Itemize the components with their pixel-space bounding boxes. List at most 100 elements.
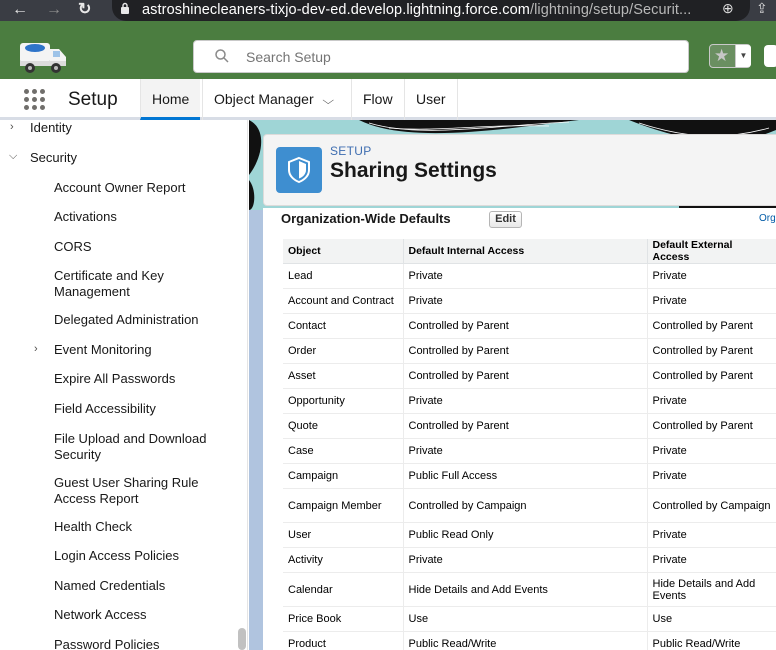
internal-access-cell: Hide Details and Add Events [403, 572, 648, 607]
internal-access-cell: Private [403, 547, 648, 573]
sidebar-item-field-accessibility[interactable]: Field Accessibility [54, 401, 156, 417]
table-row: Product Public Read/Write Public Read/Writ… [283, 631, 776, 650]
table-row: Asset Controlled by Parent Controlled by P… [283, 363, 776, 389]
tab-object-manager[interactable]: Object Manager ⌵ [202, 79, 343, 120]
back-arrow-icon[interactable]: ← [12, 0, 28, 21]
sidebar-item-account-owner-report[interactable]: Account Owner Report [54, 180, 186, 196]
external-access-cell: Private [647, 388, 776, 414]
external-access-cell: Private [647, 263, 776, 289]
tab-flow[interactable]: Flow [351, 79, 404, 120]
sharing-settings-content: Organization-Wide Defaults Edit Org Obje… [263, 208, 776, 650]
favorites-dropdown-icon[interactable]: ▼ [735, 45, 751, 67]
external-access-cell: Controlled by Parent [647, 338, 776, 364]
sidebar-item-password-policies[interactable]: Password Policies [54, 637, 160, 650]
external-access-cell: Public Read/Write [647, 631, 776, 650]
object-cell: Price Book [283, 606, 404, 632]
sidebar-item-login-access-policies[interactable]: Login Access Policies [54, 548, 179, 564]
object-cell: Activity [283, 547, 404, 573]
object-cell: Quote [283, 413, 404, 439]
share-icon[interactable]: ⇪ [756, 0, 768, 17]
external-access-cell: Private [647, 438, 776, 464]
sidebar-item-security[interactable]: Security [30, 150, 77, 166]
external-access-cell: Private [647, 288, 776, 314]
internal-access-cell: Controlled by Parent [403, 313, 648, 339]
search-icon [215, 49, 229, 63]
external-access-cell: Private [647, 547, 776, 573]
tab-home[interactable]: Home [140, 79, 201, 120]
sidebar-item-event-monitoring[interactable]: Event Monitoring [54, 342, 152, 358]
sidebar-item-health-check[interactable]: Health Check [54, 519, 132, 535]
table-row: User Public Read Only Private [283, 522, 776, 548]
sidebar-item-named-credentials[interactable]: Named Credentials [54, 578, 165, 594]
edit-button[interactable]: Edit [489, 211, 522, 228]
company-logo-truck[interactable] [18, 39, 68, 75]
sidebar-item-cors[interactable]: CORS [54, 239, 92, 255]
forward-arrow-icon[interactable]: → [46, 0, 62, 21]
global-header: Search Setup ★ ▼ [0, 21, 776, 79]
favorites-button[interactable]: ★ ▼ [709, 44, 751, 68]
external-access-cell: Private [647, 463, 776, 489]
sidebar-item-network-access[interactable]: Network Access [54, 607, 146, 623]
table-row: Activity Private Private [283, 547, 776, 573]
setup-search-input[interactable]: Search Setup [193, 40, 689, 73]
external-access-cell: Controlled by Parent [647, 413, 776, 439]
object-cell: Opportunity [283, 388, 404, 414]
page-eyebrow: SETUP [330, 144, 372, 158]
owd-table: Object Default Internal Access Default E… [283, 239, 776, 650]
table-row: Quote Controlled by Parent Controlled by P… [283, 413, 776, 439]
internal-access-cell: Private [403, 438, 648, 464]
object-cell: Order [283, 338, 404, 364]
sidebar-item-identity[interactable]: Identity [30, 120, 72, 136]
internal-access-cell: Controlled by Campaign [403, 488, 648, 523]
table-row: Opportunity Private Private [283, 388, 776, 414]
star-icon[interactable]: ★ [714, 46, 729, 66]
lock-icon [121, 2, 129, 14]
main-content: SETUP Sharing Settings Organization-Wide… [249, 120, 776, 650]
table-row: Case Private Private [283, 438, 776, 464]
internal-access-cell: Private [403, 263, 648, 289]
column-header-object: Object [283, 239, 404, 264]
internal-access-cell: Controlled by Parent [403, 338, 648, 364]
external-access-cell: Use [647, 606, 776, 632]
internal-access-cell: Private [403, 288, 648, 314]
zoom-icon[interactable]: ⊕ [722, 0, 734, 17]
search-placeholder: Search Setup [246, 49, 331, 65]
reload-icon[interactable]: ↻ [78, 0, 91, 21]
table-row: Contact Controlled by Parent Controlled by… [283, 313, 776, 339]
table-row: Order Controlled by Parent Controlled by P… [283, 338, 776, 364]
sidebar-item-expire-all-passwords[interactable]: Expire All Passwords [54, 371, 175, 387]
object-cell: Calendar [283, 572, 404, 607]
table-row: Account and Contract Private Private [283, 288, 776, 314]
shield-icon [276, 147, 322, 193]
chevron-down-icon[interactable]: ⌵ [322, 81, 334, 122]
internal-access-cell: Public Read Only [403, 522, 648, 548]
object-cell: Campaign Member [283, 488, 404, 523]
sidebar-scrollbar[interactable] [238, 628, 246, 650]
internal-access-cell: Public Full Access [403, 463, 648, 489]
object-cell: Campaign [283, 463, 404, 489]
object-cell: Contact [283, 313, 404, 339]
page-header: SETUP Sharing Settings [263, 134, 776, 206]
sidebar-item-guest-user-sharing-rule-access-report[interactable]: Guest User Sharing Rule Access Report [54, 475, 214, 507]
org-link[interactable]: Org [759, 213, 776, 224]
table-row: Campaign Public Full Access Private [283, 463, 776, 489]
chevron-right-icon[interactable]: › [34, 343, 38, 355]
internal-access-cell: Controlled by Parent [403, 363, 648, 389]
sidebar-item-file-upload-and-download-security[interactable]: File Upload and Download Security [54, 431, 219, 463]
chevron-right-icon[interactable]: › [10, 121, 14, 133]
tab-user[interactable]: User [404, 79, 458, 120]
internal-access-cell: Public Read/Write [403, 631, 648, 650]
table-row: Calendar Hide Details and Add Events Hide … [283, 572, 776, 607]
sidebar-item-certificate-and-key-management[interactable]: Certificate and Key Management [54, 268, 204, 300]
external-access-cell: Controlled by Campaign [647, 488, 776, 523]
chevron-down-icon[interactable]: ⌵ [9, 150, 17, 163]
app-launcher-icon[interactable] [24, 89, 46, 111]
column-header-external-access: Default External Access [647, 239, 776, 264]
object-cell: User [283, 522, 404, 548]
header-action-button[interactable] [764, 45, 776, 67]
page-title: Sharing Settings [330, 159, 497, 182]
sidebar-item-delegated-administration[interactable]: Delegated Administration [54, 312, 199, 328]
sidebar-item-activations[interactable]: Activations [54, 209, 117, 225]
external-access-cell: Controlled by Parent [647, 313, 776, 339]
url-text[interactable]: astroshinecleaners-tixjo-dev-ed.develop.… [142, 2, 691, 18]
